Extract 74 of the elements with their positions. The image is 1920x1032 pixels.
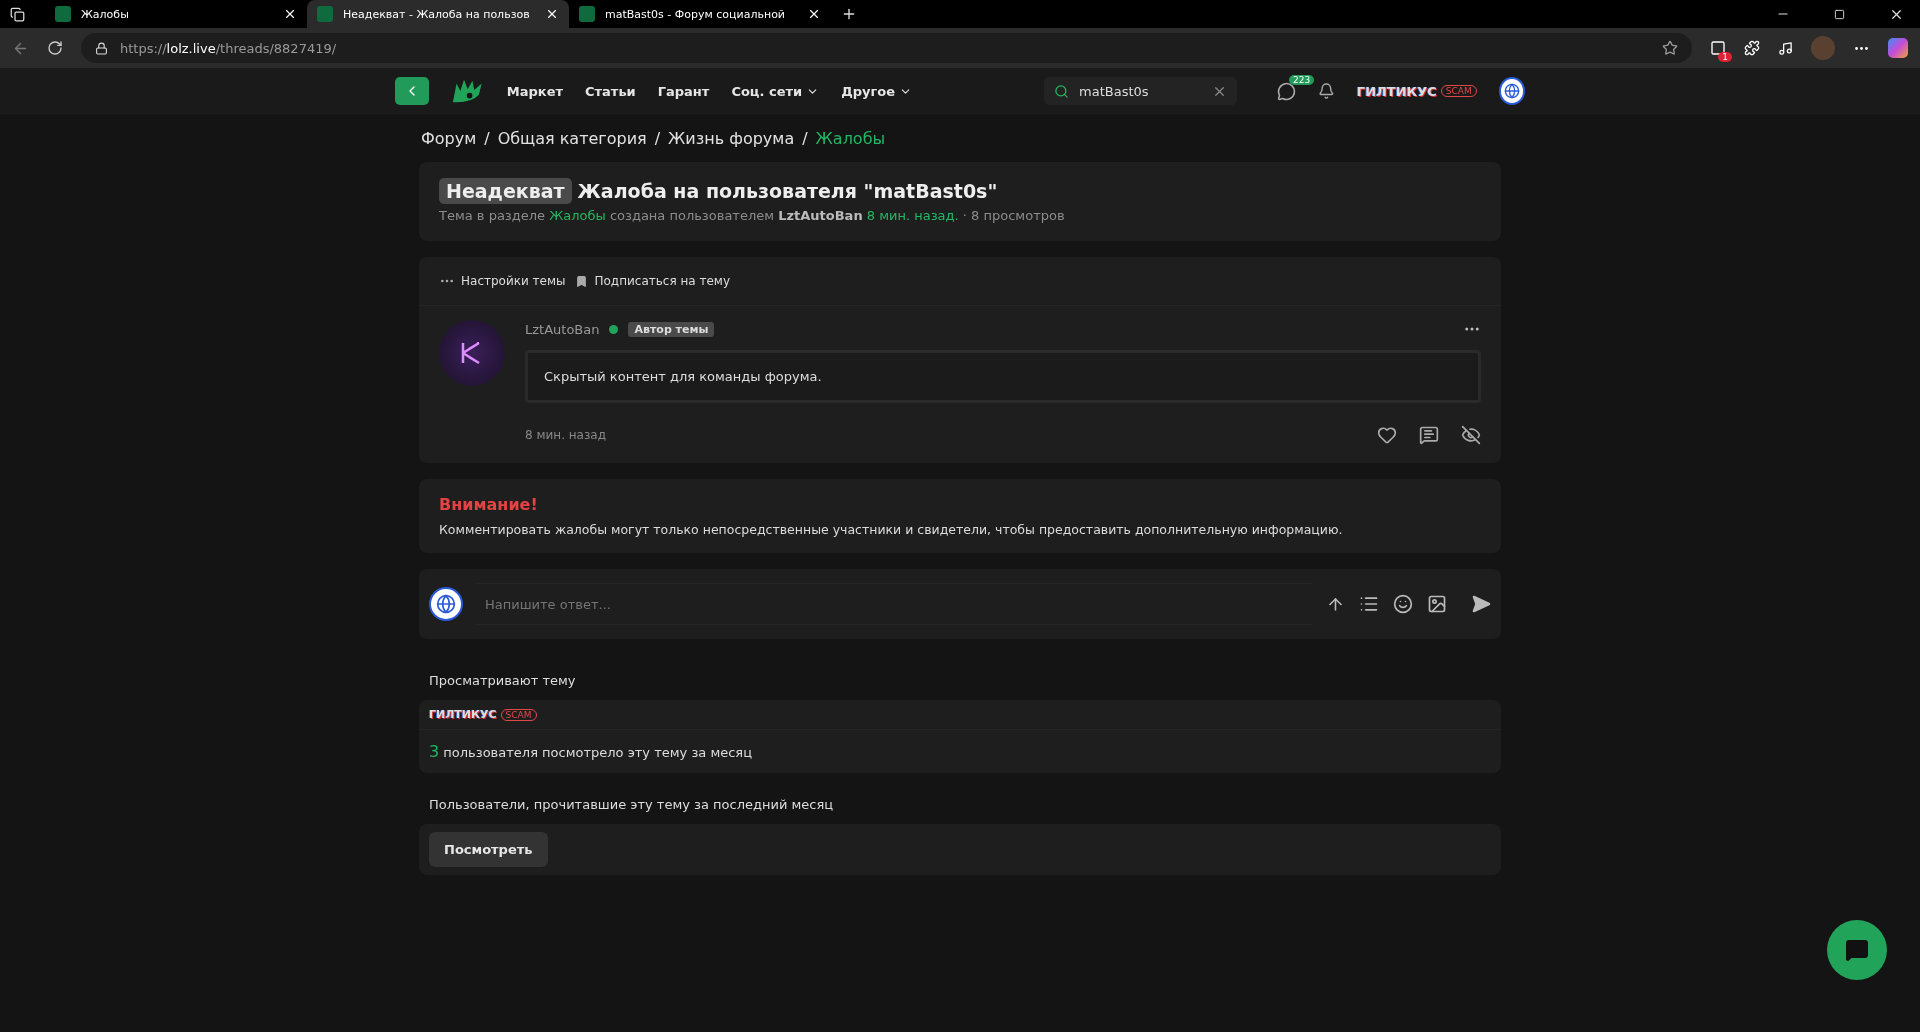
hidden-content: Скрытый контент для команды форума. bbox=[525, 350, 1481, 403]
thread-title: Жалоба на пользователя "matBast0s" bbox=[577, 180, 998, 202]
viewer-username[interactable]: ГИЛТИКУС bbox=[429, 708, 497, 721]
chat-icon bbox=[1845, 938, 1869, 962]
notification-badge: 1 bbox=[1718, 52, 1732, 62]
reply-icon[interactable] bbox=[1419, 425, 1439, 445]
search-field[interactable]: matBast0s bbox=[1044, 77, 1238, 105]
close-icon[interactable] bbox=[283, 7, 297, 21]
notifications-icon[interactable] bbox=[1318, 82, 1335, 100]
bookmark-icon bbox=[575, 274, 589, 288]
breadcrumb-link[interactable]: Жалобы bbox=[815, 129, 886, 148]
nav-link[interactable]: Маркет bbox=[506, 83, 563, 99]
list-icon[interactable] bbox=[1359, 594, 1379, 614]
breadcrumb-link[interactable]: Жизнь форума bbox=[668, 129, 795, 148]
chat-button[interactable] bbox=[1827, 920, 1887, 980]
messages-icon[interactable] bbox=[1277, 81, 1297, 101]
subscribe-link[interactable]: Подписаться на тему bbox=[575, 274, 730, 288]
like-icon[interactable] bbox=[1377, 425, 1397, 445]
nav-link[interactable]: Статьи bbox=[585, 83, 636, 99]
url-text: https://lolz.live/threads/8827419/ bbox=[120, 40, 337, 56]
nav-link[interactable]: Гарант bbox=[657, 83, 710, 99]
post-time: 8 мин. назад bbox=[525, 428, 606, 442]
browser-tab[interactable]: matBast0s - Форум социальной bbox=[569, 0, 831, 28]
username[interactable]: ГИЛТИКУС bbox=[1356, 83, 1437, 99]
browser-tab[interactable]: Неадекват - Жалоба на пользов bbox=[307, 0, 569, 28]
author-tag: Автор темы bbox=[628, 321, 715, 337]
thread-meta: Тема в разделе Жалобы создана пользователем LztAutoBan 8 мин. назад. · 8 просмотров bbox=[439, 208, 1066, 223]
site-favicon bbox=[317, 6, 333, 22]
search-input[interactable]: matBast0s bbox=[1077, 82, 1205, 100]
view-button[interactable]: Посмотреть bbox=[429, 832, 548, 867]
user-avatar[interactable] bbox=[1498, 77, 1525, 105]
back-button[interactable] bbox=[395, 77, 430, 105]
user-avatar bbox=[429, 587, 463, 621]
thread-prefix: Неадекват bbox=[439, 178, 572, 204]
address-bar[interactable]: https://lolz.live/threads/8827419/ bbox=[81, 33, 1692, 63]
search-icon bbox=[1054, 83, 1070, 99]
maximize-icon[interactable] bbox=[1834, 8, 1845, 20]
close-icon[interactable] bbox=[545, 7, 559, 21]
copilot-icon[interactable] bbox=[1888, 38, 1908, 58]
breadcrumb-separator: / bbox=[802, 129, 808, 148]
reload-icon[interactable] bbox=[47, 40, 63, 56]
breadcrumb-separator: / bbox=[484, 129, 490, 148]
author-link[interactable]: LztAutoBan bbox=[778, 208, 863, 223]
workspaces-icon[interactable] bbox=[10, 6, 25, 22]
nav-link[interactable]: Другое bbox=[841, 83, 913, 99]
meta-link[interactable]: Жалобы bbox=[549, 208, 606, 223]
favorite-icon[interactable] bbox=[1662, 40, 1678, 56]
hide-icon[interactable] bbox=[1461, 425, 1481, 445]
nav-link[interactable]: Соц. сети bbox=[731, 83, 820, 99]
reply-editor[interactable]: Напишите ответ... bbox=[419, 569, 1501, 639]
warning-title: Внимание! bbox=[439, 495, 539, 514]
post-author[interactable]: LztAutoBan bbox=[525, 321, 600, 337]
extensions-icon[interactable] bbox=[1744, 40, 1760, 56]
site-favicon bbox=[579, 6, 595, 22]
image-icon[interactable] bbox=[1427, 594, 1447, 614]
lock-icon bbox=[95, 41, 108, 55]
meta-link[interactable]: 8 мин. назад. bbox=[866, 208, 959, 223]
views-count-text: 3 пользователя посмотрело эту тему за месяц bbox=[428, 741, 754, 763]
warning-text: Комментировать жалобы могут только непосредственные участники и свидетели, чтобы предоставить дополнительную информацию. bbox=[439, 522, 1344, 537]
close-icon[interactable] bbox=[807, 7, 821, 21]
site-favicon bbox=[55, 6, 71, 22]
media-icon[interactable] bbox=[1778, 40, 1793, 56]
new-tab-icon[interactable] bbox=[841, 6, 857, 22]
browser-tab[interactable]: Жалобы bbox=[45, 0, 307, 28]
message-count: 223 bbox=[1289, 74, 1315, 85]
section-title: Просматривают тему bbox=[428, 672, 577, 690]
breadcrumb-link[interactable]: Общая категория bbox=[497, 129, 647, 148]
emoji-icon[interactable] bbox=[1393, 594, 1413, 614]
breadcrumb-link[interactable]: Форум bbox=[421, 129, 477, 148]
reply-field[interactable]: Напишите ответ... bbox=[477, 583, 1312, 625]
send-icon[interactable] bbox=[1471, 594, 1491, 614]
section-title: Пользователи, прочитавшие эту тему за последний месяц bbox=[428, 796, 835, 814]
thread-settings-link[interactable]: Настройки темы bbox=[439, 273, 566, 289]
breadcrumb-separator: / bbox=[654, 129, 661, 148]
